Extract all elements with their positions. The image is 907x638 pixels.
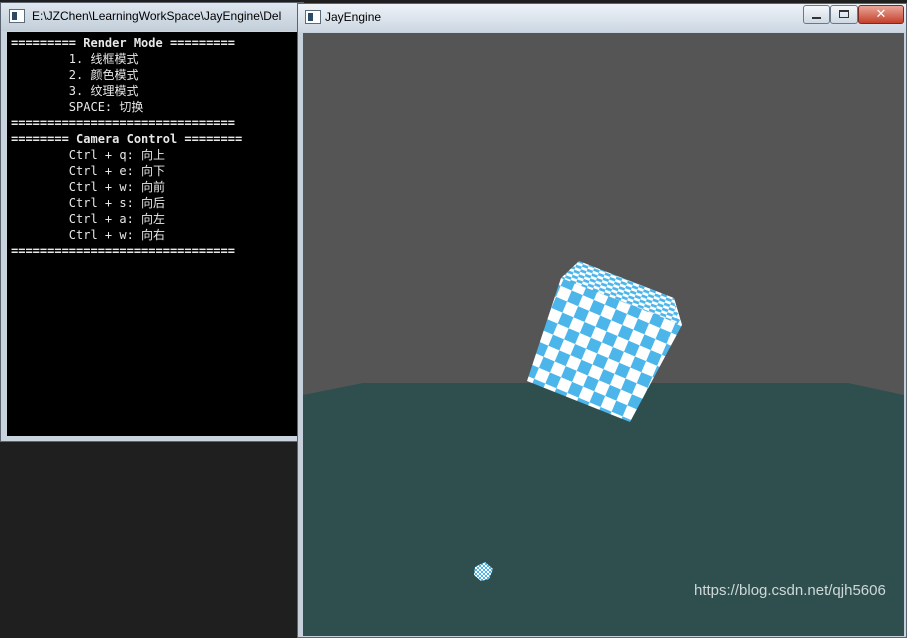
maximize-button[interactable] bbox=[830, 5, 858, 24]
console-line: Ctrl + a: 向左 bbox=[11, 212, 166, 226]
console-title: E:\JZChen\LearningWorkSpace\JayEngine\De… bbox=[32, 9, 282, 23]
console-line: =============================== bbox=[11, 244, 235, 258]
engine-titlebar[interactable]: JayEngine ✕ bbox=[298, 4, 906, 32]
console-line: Ctrl + w: 向前 bbox=[11, 180, 166, 194]
console-app-icon bbox=[9, 9, 25, 23]
console-line: ======== Camera Control ======== bbox=[11, 132, 243, 146]
engine-title: JayEngine bbox=[325, 10, 382, 24]
console-line: Ctrl + q: 向上 bbox=[11, 148, 166, 162]
console-line: =============================== bbox=[11, 116, 235, 130]
console-line: 3. 纹理模式 bbox=[11, 84, 139, 98]
engine-window[interactable]: JayEngine ✕ https://blog.csdn.net/qjh560… bbox=[297, 3, 907, 638]
console-line: Ctrl + w: 向右 bbox=[11, 228, 166, 242]
engine-app-icon bbox=[305, 10, 321, 24]
render-viewport[interactable] bbox=[303, 33, 904, 636]
console-output: ========= Render Mode ========= 1. 线框模式 … bbox=[7, 32, 297, 436]
console-line: 1. 线框模式 bbox=[11, 52, 139, 66]
close-button[interactable]: ✕ bbox=[858, 5, 904, 24]
console-titlebar[interactable]: E:\JZChen\LearningWorkSpace\JayEngine\De… bbox=[1, 3, 303, 31]
console-line: Ctrl + e: 向下 bbox=[11, 164, 166, 178]
maximize-icon bbox=[839, 10, 849, 18]
console-window[interactable]: E:\JZChen\LearningWorkSpace\JayEngine\De… bbox=[0, 2, 304, 442]
console-line: ========= Render Mode ========= bbox=[11, 36, 235, 50]
close-icon: ✕ bbox=[875, 7, 887, 22]
scene-canvas bbox=[303, 33, 904, 636]
console-line: 2. 颜色模式 bbox=[11, 68, 139, 82]
console-line: SPACE: 切换 bbox=[11, 100, 144, 114]
minimize-button[interactable] bbox=[803, 5, 830, 24]
watermark: https://blog.csdn.net/qjh5606 bbox=[694, 582, 886, 599]
minimize-icon bbox=[812, 17, 821, 19]
console-line: Ctrl + s: 向后 bbox=[11, 196, 166, 210]
